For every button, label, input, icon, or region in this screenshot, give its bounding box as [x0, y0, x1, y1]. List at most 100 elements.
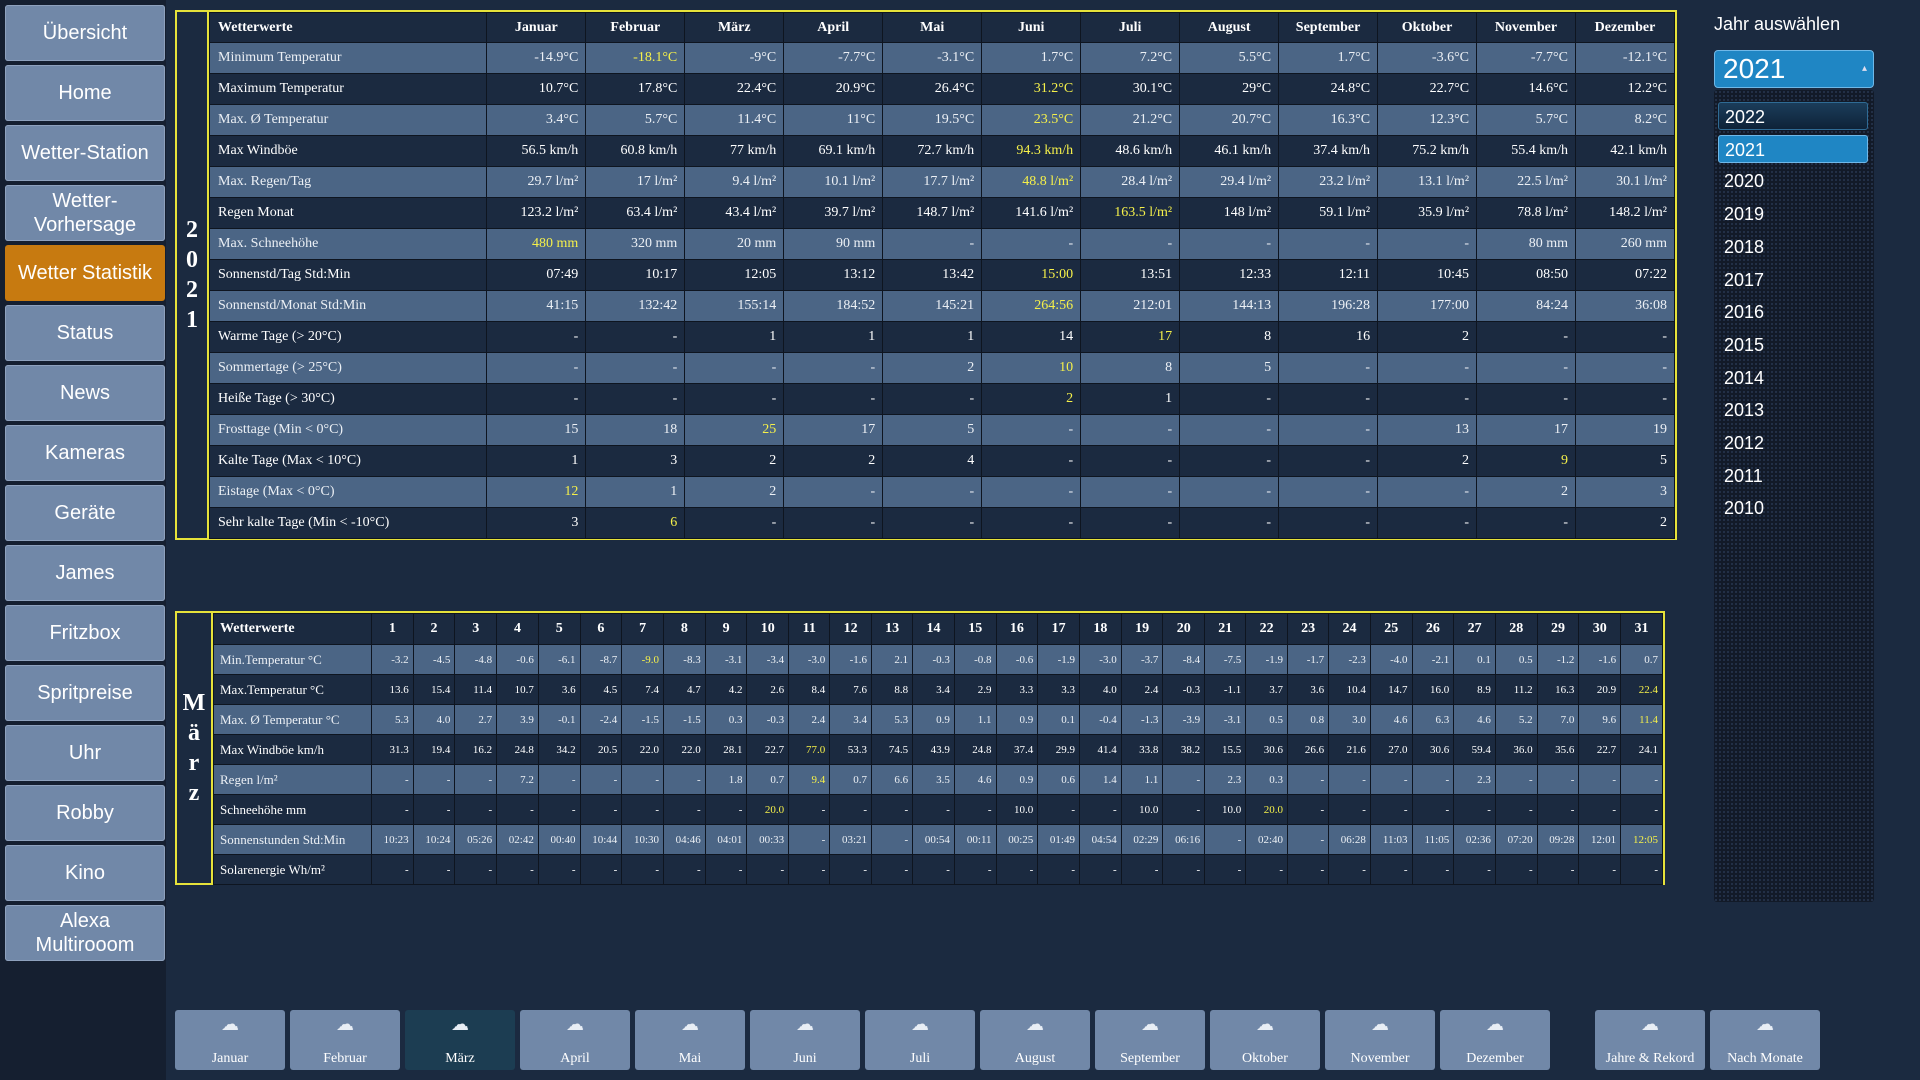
header-cell: September [1278, 12, 1379, 43]
header-cell: 19 [1120, 613, 1164, 645]
table-cell: 5.3 [871, 704, 914, 735]
table-cell: 320 mm [585, 228, 686, 260]
sidebar-item[interactable]: Wetter Statistik [5, 245, 165, 301]
table-cell: - [537, 764, 581, 795]
sidebar-item[interactable]: Wetter- Vorhersage [5, 185, 165, 241]
month-button[interactable]: ☁ Dezember [1440, 1010, 1550, 1070]
sidebar-item[interactable]: Wetter-Station [5, 125, 165, 181]
table-cell: 77.0 [788, 734, 831, 765]
sidebar-item[interactable]: Home [5, 65, 165, 121]
sidebar-item[interactable]: Status [5, 305, 165, 361]
table-cell: 1.7°C [1278, 42, 1379, 74]
table-cell: - [585, 321, 686, 353]
table-cell: - [684, 352, 785, 384]
table-cell: - [1204, 854, 1247, 885]
table-cell: - [684, 383, 785, 415]
table-cell: -4.5 [412, 644, 456, 675]
sidebar-item[interactable]: Robby [5, 785, 165, 841]
year-option[interactable]: 2021 [1718, 134, 1868, 163]
table-cell: 14.6°C [1476, 73, 1576, 105]
month-button[interactable]: ☁ Juni [750, 1010, 860, 1070]
year-option[interactable]: 2012 [1718, 429, 1868, 457]
table-row: Regen l/m² - - -7.2- - - -1.8 0.7 9.4 0.7 6.6 3.5 4.… [213, 764, 1663, 795]
year-option[interactable]: 2022 [1718, 102, 1868, 130]
table-cell: 11.4 [454, 674, 498, 705]
month-button[interactable]: ☁ April [520, 1010, 630, 1070]
weather-cloud-sun-icon: ☁ [1141, 1014, 1159, 1034]
sidebar-item[interactable]: Uhr [5, 725, 165, 781]
sidebar-item[interactable]: Spritpreise [5, 665, 165, 721]
table-row: Sehr kalte Tage (Min < -10°C) 3 6- - - - - - - - -… [208, 507, 1675, 539]
month-button[interactable]: ☁ Jahre & Rekord [1595, 1010, 1705, 1070]
table-cell: 1.7°C [981, 42, 1082, 74]
table-row: Max Windböe km/h 31.3 19.4 16.2 24.8 34.2 20.5… [213, 734, 1663, 765]
table-cell: - [412, 794, 456, 825]
table-cell: - [1620, 794, 1663, 825]
year-option[interactable]: 2011 [1718, 462, 1868, 490]
header-cell: 1 [370, 613, 414, 645]
sidebar-item[interactable]: Alexa Multirooom [5, 905, 165, 961]
header-cell: 10 [746, 613, 790, 645]
table-row: Heiße Tage (> 30°C) - - - - -2 1- - - - - [208, 383, 1675, 415]
year-option[interactable]: 2016 [1718, 298, 1868, 326]
month-button[interactable]: ☁ September [1095, 1010, 1205, 1070]
table-cell: 0.7 [829, 764, 873, 795]
table-cell: 16 [1278, 321, 1379, 353]
year-option[interactable]: 2015 [1718, 331, 1868, 359]
table-cell: -14.9°C [486, 42, 587, 74]
year-option[interactable]: 2020 [1718, 167, 1868, 195]
month-button[interactable]: ☁ Mai [635, 1010, 745, 1070]
table-cell: 20.0 [1245, 794, 1288, 825]
table-cell: 2.6 [746, 674, 790, 705]
year-option[interactable]: 2017 [1718, 266, 1868, 294]
month-button[interactable]: ☁ November [1325, 1010, 1435, 1070]
month-button[interactable]: ☁ Juli [865, 1010, 975, 1070]
header-cell: Dezember [1575, 12, 1675, 43]
year-option[interactable]: 2019 [1718, 200, 1868, 228]
table-cell: - [486, 352, 587, 384]
year-select[interactable]: 2021 ▴▾ [1714, 50, 1874, 110]
table-cell: 0.6 [1037, 764, 1080, 795]
yearly-statistics-table: 2021 Wetterwerte Januar Februar März April Ma… [175, 10, 1677, 540]
sidebar-item[interactable]: Kino [5, 845, 165, 901]
month-button-label: Juli [909, 1051, 931, 1066]
table-cell: - [871, 824, 914, 855]
table-cell: 5.7°C [1476, 104, 1576, 136]
monthly-statistics-table: März Wetterwerte 1 2 3 4 5 6 7 8 9 10 11 12 13 14 15 16 1… [175, 611, 1665, 885]
sidebar-item[interactable]: Übersicht [5, 5, 165, 61]
sidebar-item[interactable]: Fritzbox [5, 605, 165, 661]
month-button[interactable]: ☁ Nach Monate [1710, 1010, 1820, 1070]
table-cell: 35.6 [1536, 734, 1580, 765]
table-cell: 13:51 [1080, 259, 1181, 291]
table-cell: 0.9 [995, 764, 1039, 795]
table-cell: - [1037, 854, 1080, 885]
table-cell: 10:45 [1377, 259, 1478, 291]
table-cell: 4.0 [412, 704, 456, 735]
year-option[interactable]: 2010 [1718, 494, 1868, 522]
table-cell: 148.7 l/m² [882, 197, 983, 229]
table-cell: 08:50 [1476, 259, 1576, 291]
month-button[interactable]: ☁ Oktober [1210, 1010, 1320, 1070]
table-cell: - [1278, 445, 1379, 477]
row-label: Sommertage (> 25°C) [208, 352, 488, 384]
table-cell: - [1080, 507, 1181, 539]
table-cell: - [1578, 854, 1622, 885]
month-button[interactable]: ☁ Februar [290, 1010, 400, 1070]
header-cell: 29 [1536, 613, 1580, 645]
year-option[interactable]: 2018 [1718, 233, 1868, 261]
sidebar-item[interactable]: Kameras [5, 425, 165, 481]
table-cell: -0.6 [496, 644, 539, 675]
year-option[interactable]: 2013 [1718, 396, 1868, 424]
table-cell: 37.4 km/h [1278, 135, 1379, 167]
sidebar-item[interactable]: News [5, 365, 165, 421]
sidebar-item[interactable]: Geräte [5, 485, 165, 541]
month-button[interactable]: ☁ März [405, 1010, 515, 1070]
month-button[interactable]: ☁ August [980, 1010, 1090, 1070]
table-cell: 10:30 [621, 824, 664, 855]
table-cell: 74.5 [871, 734, 914, 765]
table-cell: 1 [585, 476, 686, 508]
sidebar-item[interactable]: James [5, 545, 165, 601]
month-button[interactable]: ☁ Januar [175, 1010, 285, 1070]
year-option[interactable]: 2014 [1718, 364, 1868, 392]
table-cell: - [1286, 854, 1330, 885]
